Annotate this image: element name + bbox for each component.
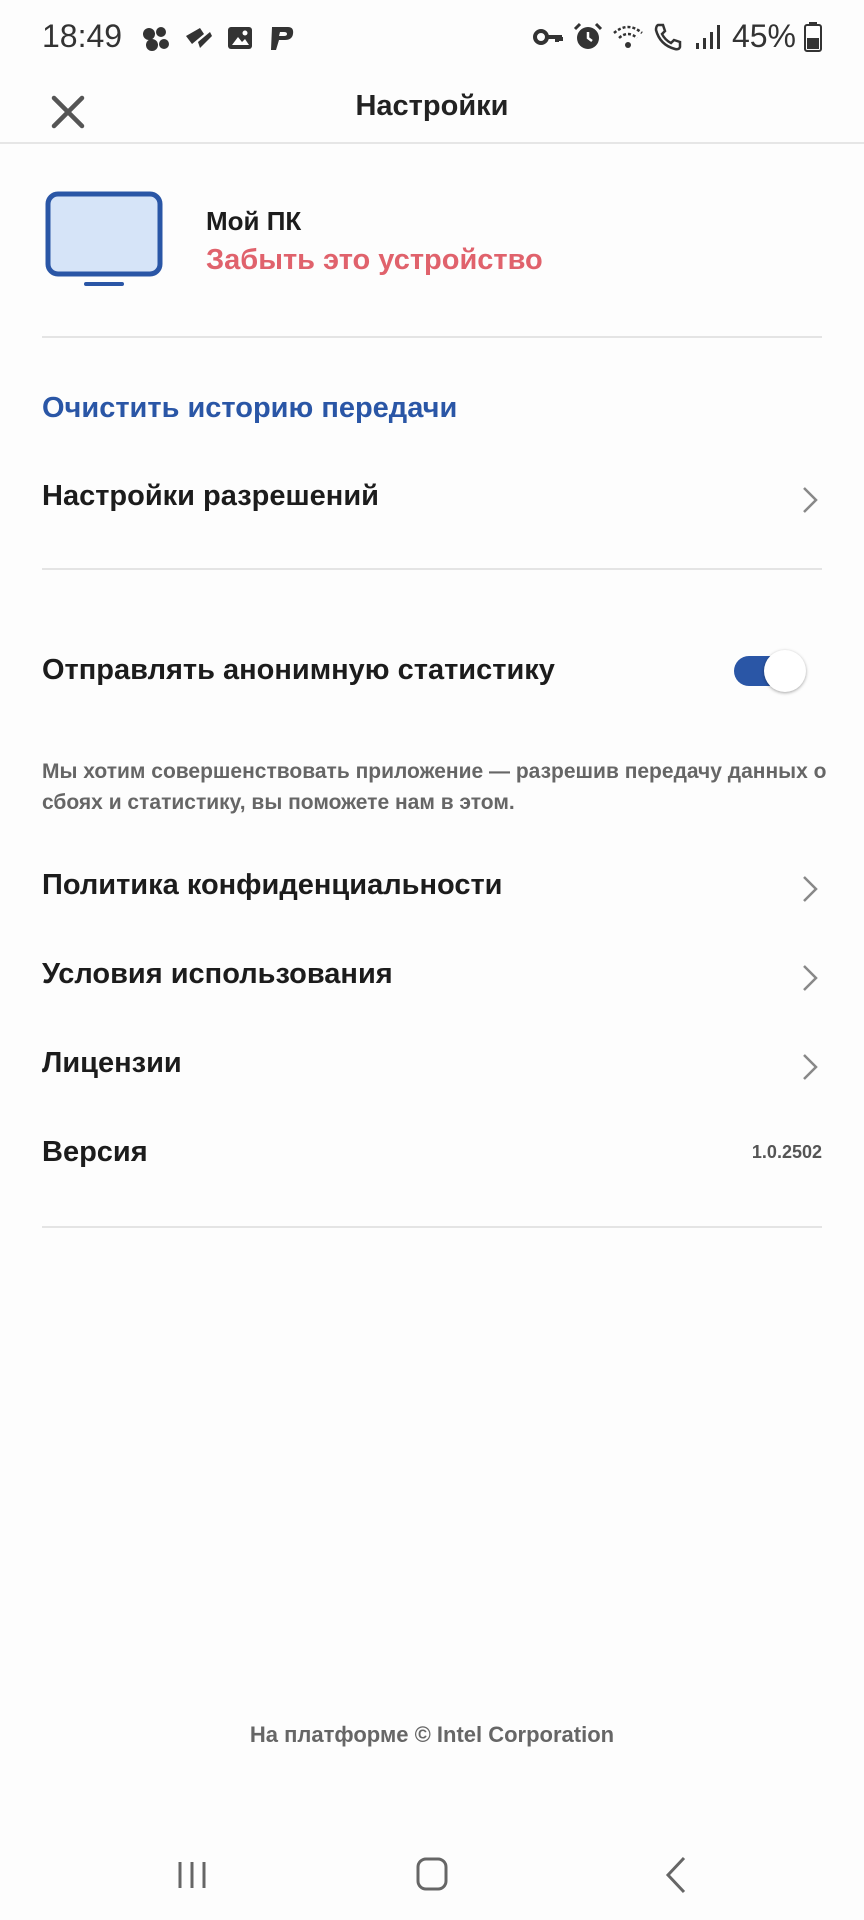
clear-history-link[interactable]: Очистить историю передачи: [42, 392, 457, 425]
stats-description: Мы хотим совершенствовать приложение — р…: [42, 760, 827, 814]
tilted-app-icon: [186, 28, 212, 48]
privacy-policy-label: Политика конфиденциальности: [42, 869, 503, 901]
call-icon: [654, 23, 682, 50]
licenses-label: Лицензии: [42, 1047, 182, 1079]
multi-dot-icon: [143, 27, 169, 51]
footer-credit: На платформе © Intel Corporation: [249, 1722, 615, 1747]
privacy-policy-row[interactable]: Политика конфиденциальности: [42, 859, 822, 919]
version-label: Версия: [42, 1136, 148, 1168]
monitor-icon: [45, 191, 163, 286]
toggle-knob: [764, 650, 806, 692]
status-time: 18:49: [42, 18, 123, 54]
back-icon[interactable]: [646, 1848, 706, 1902]
status-left-icons: [140, 22, 298, 54]
signal-icon: [695, 24, 720, 49]
device-name: Мой ПК: [206, 206, 302, 236]
version-value: 1.0.2502: [751, 1142, 822, 1162]
wifi-icon: [613, 25, 643, 48]
terms-of-use-row[interactable]: Условия использования: [42, 948, 822, 1008]
image-icon: [228, 27, 252, 49]
terms-of-use-label: Условия использования: [42, 958, 393, 990]
version-row: Версия 1.0.2502: [42, 1126, 822, 1186]
licenses-row[interactable]: Лицензии: [42, 1037, 822, 1097]
system-nav-bar: [0, 1830, 864, 1920]
anonymous-stats-label: Отправлять анонимную статистику: [42, 654, 555, 686]
battery-percent: 45%: [731, 18, 796, 54]
battery-icon: [804, 21, 822, 52]
anonymous-stats-toggle[interactable]: [734, 650, 808, 692]
alarm-icon: [573, 22, 603, 49]
chevron-right-icon: [803, 876, 818, 902]
status-bar: 18:49 45%: [0, 0, 864, 76]
divider: [42, 568, 822, 570]
home-icon[interactable]: [402, 1848, 462, 1902]
app-header: Настройки: [0, 76, 864, 144]
divider: [42, 1226, 822, 1228]
p-app-icon: [271, 27, 294, 50]
anonymous-stats-row: Отправлять анонимную статистику: [42, 644, 822, 704]
forget-device-link[interactable]: Забыть это устройство: [206, 244, 543, 277]
chevron-right-icon: [803, 965, 818, 991]
permissions-settings-label: Настройки разрешений: [42, 480, 379, 512]
status-right-icons: 45%: [532, 18, 822, 55]
key-icon: [532, 28, 563, 45]
chevron-right-icon: [803, 487, 818, 513]
page-title: Настройки: [355, 90, 509, 122]
recent-apps-icon[interactable]: [162, 1848, 222, 1902]
chevron-right-icon: [803, 1054, 818, 1080]
divider: [42, 336, 822, 338]
permissions-settings-row[interactable]: Настройки разрешений: [42, 470, 822, 530]
